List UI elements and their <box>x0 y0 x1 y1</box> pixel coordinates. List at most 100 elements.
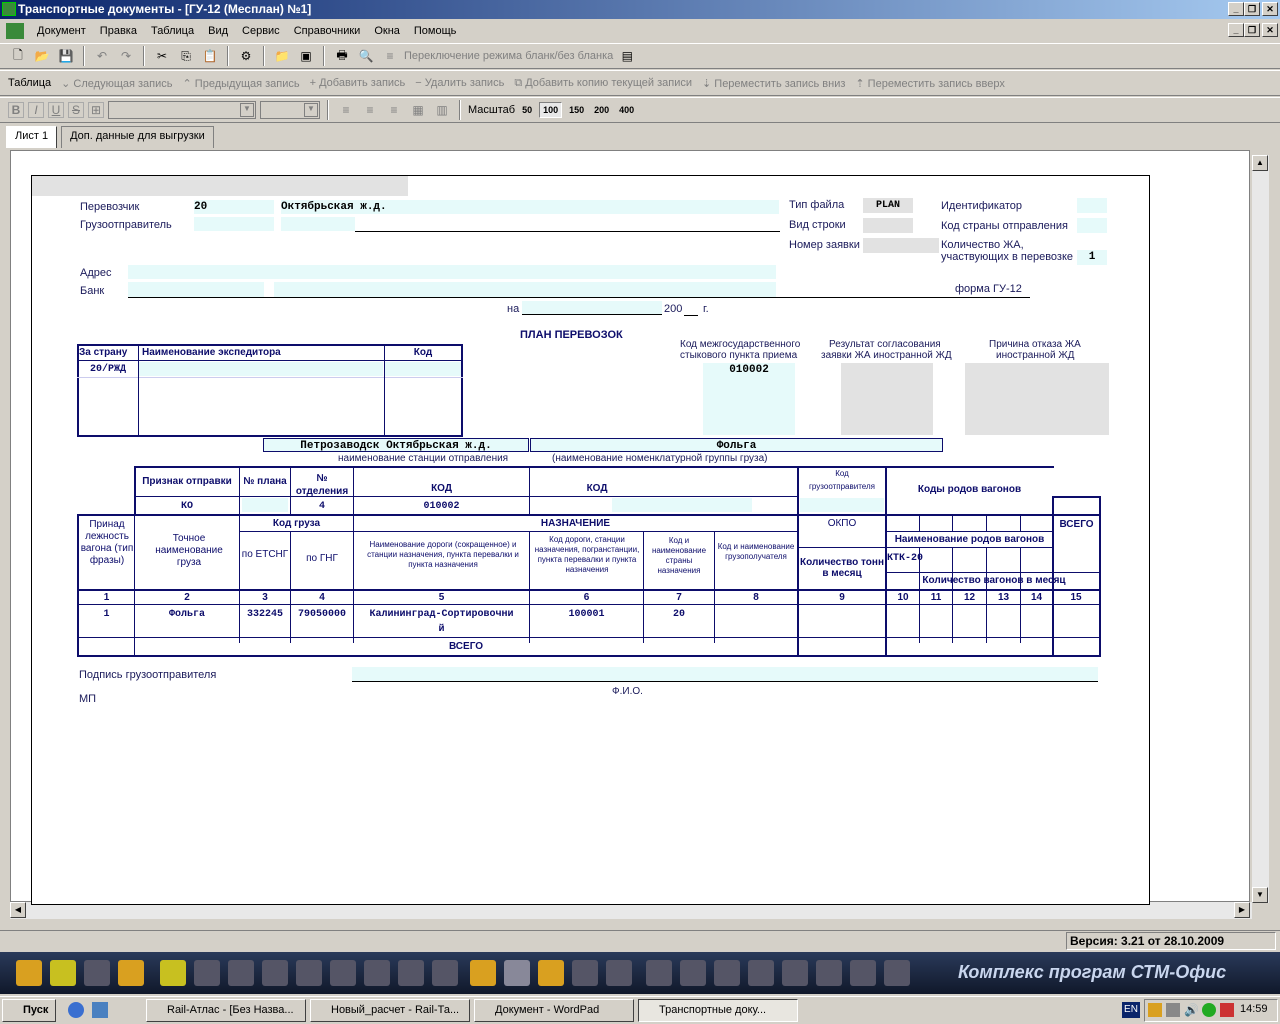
doc-close-button[interactable]: ✕ <box>1262 23 1278 37</box>
launcher-icon-8[interactable] <box>262 960 288 986</box>
launcher-icon-18[interactable] <box>606 960 632 986</box>
result-field[interactable] <box>841 363 933 435</box>
menu-edit[interactable]: Правка <box>93 25 144 37</box>
move-down-button[interactable]: ⇣ Переместить запись вниз <box>702 77 845 90</box>
prev-record-button[interactable]: ⌃ Предыдущая запись <box>183 77 300 90</box>
close-button[interactable]: ✕ <box>1262 2 1278 16</box>
filetype-field[interactable]: PLAN <box>863 198 913 213</box>
doc-restore-button[interactable]: ❐ <box>1244 23 1260 37</box>
scroll-down-icon[interactable]: ▼ <box>1252 887 1268 903</box>
tray-icon-1[interactable] <box>1148 1003 1162 1017</box>
move-up-button[interactable]: ⇡ Переместить запись вверх <box>855 77 1004 90</box>
ie-icon[interactable] <box>68 1002 84 1018</box>
row-gng[interactable]: 79050000 <box>291 609 353 620</box>
menu-document[interactable]: Документ <box>30 25 93 37</box>
launcher-icon-5[interactable] <box>160 960 186 986</box>
row-cargo[interactable]: Фольга <box>135 609 239 620</box>
undo-icon[interactable]: ↶ <box>92 46 112 66</box>
row-country[interactable]: 20 <box>644 609 714 620</box>
next-record-button[interactable]: ⌄ Следующая запись <box>61 77 172 90</box>
launcher-icon-3[interactable] <box>84 960 110 986</box>
signature-field[interactable] <box>352 667 1098 682</box>
row-n[interactable]: 1 <box>79 609 134 620</box>
launcher-icon-16[interactable] <box>538 960 564 986</box>
tab-sheet1[interactable]: Лист 1 <box>6 126 58 148</box>
order-field[interactable] <box>863 238 939 253</box>
rowtype-field[interactable] <box>863 218 913 233</box>
mode-switch-button[interactable]: Переключение режима бланк/без бланка <box>404 50 613 62</box>
tray-icon-4[interactable] <box>1202 1003 1216 1017</box>
exp-country-value[interactable]: 20/РЖД <box>79 364 137 375</box>
cargo-group-field[interactable]: Фольга <box>530 438 943 452</box>
mode-icon[interactable]: ≡ <box>380 46 400 66</box>
launcher-icon-6[interactable] <box>194 960 220 986</box>
shipper-code-field-t[interactable] <box>800 498 884 512</box>
shipper-code-field[interactable] <box>194 217 274 231</box>
ktk-label[interactable]: КТК-20 <box>887 553 923 564</box>
carrier-name-field[interactable]: Октябрьская ж.д. <box>281 200 779 214</box>
launcher-icon-11[interactable] <box>364 960 390 986</box>
launcher-icon-24[interactable] <box>816 960 842 986</box>
launcher-icon-13[interactable] <box>432 960 458 986</box>
sign-value[interactable]: КО <box>136 501 238 512</box>
carrier-code-field[interactable]: 20 <box>194 200 274 214</box>
scale-50-button[interactable]: 50 <box>519 103 535 117</box>
add-record-button[interactable]: + Добавить запись <box>310 77 406 89</box>
launcher-icon-4[interactable] <box>118 960 144 986</box>
new-icon[interactable]: 🗋 <box>8 46 28 66</box>
italic-button[interactable]: I <box>28 102 44 118</box>
launcher-icon-9[interactable] <box>296 960 322 986</box>
launcher-icon-26[interactable] <box>884 960 910 986</box>
strike-button[interactable]: S <box>68 102 84 118</box>
launcher-icon-22[interactable] <box>748 960 774 986</box>
border-code-field[interactable]: 010002 <box>703 363 795 435</box>
row-etsng[interactable]: 332245 <box>240 609 290 620</box>
launcher-icon-15[interactable] <box>504 960 530 986</box>
open-icon[interactable]: 📂 <box>32 46 52 66</box>
tray-icon-2[interactable] <box>1166 1003 1180 1017</box>
align-right-icon[interactable]: ≡ <box>384 100 404 120</box>
scale-100-button[interactable]: 100 <box>539 102 563 118</box>
scale-400-button[interactable]: 400 <box>616 103 637 117</box>
bold-button[interactable]: B <box>8 102 24 118</box>
task-new-calc[interactable]: Новый_расчет - Rail-Та... <box>310 999 470 1022</box>
volume-icon[interactable]: 🔊 <box>1184 1003 1199 1017</box>
bank-field-1[interactable] <box>128 282 264 297</box>
code2-field[interactable] <box>612 498 752 512</box>
align-center-icon[interactable]: ≡ <box>360 100 380 120</box>
launcher-icon-17[interactable] <box>572 960 598 986</box>
save-icon[interactable]: 💾 <box>56 46 76 66</box>
menu-references[interactable]: Справочники <box>287 25 368 37</box>
menu-service[interactable]: Сервис <box>235 25 287 37</box>
tray-icon-5[interactable] <box>1220 1003 1234 1017</box>
identifier-field[interactable] <box>1077 198 1107 213</box>
folder-icon[interactable]: 📁 <box>272 46 292 66</box>
launcher-icon-1[interactable] <box>16 960 42 986</box>
align-left-icon[interactable]: ≡ <box>336 100 356 120</box>
print-icon[interactable]: 🖶 <box>332 46 352 66</box>
scroll-right-icon[interactable]: ▶ <box>1234 902 1250 918</box>
vertical-scrollbar[interactable]: ▲ ▼ <box>1252 155 1269 903</box>
count-field[interactable]: 1 <box>1077 250 1107 265</box>
menu-windows[interactable]: Окна <box>367 25 407 37</box>
row-dest[interactable]: Калининград-Сортировочни <box>354 609 529 620</box>
launcher-icon-25[interactable] <box>850 960 876 986</box>
font-select[interactable]: ▼ <box>108 101 256 119</box>
merge-icon[interactable]: ▥ <box>432 100 452 120</box>
launcher-icon-20[interactable] <box>680 960 706 986</box>
form-icon[interactable]: ▤ <box>617 46 637 66</box>
export-icon[interactable]: ▣ <box>296 46 316 66</box>
redo-icon[interactable]: ↷ <box>116 46 136 66</box>
minimize-button[interactable]: _ <box>1228 2 1244 16</box>
row-road-code[interactable]: 100001 <box>530 609 643 620</box>
delete-record-button[interactable]: − Удалить запись <box>415 77 504 89</box>
border-icon[interactable]: ⊞ <box>88 102 104 118</box>
cut-icon[interactable]: ✂ <box>152 46 172 66</box>
language-indicator[interactable]: EN <box>1122 1002 1140 1018</box>
menu-help[interactable]: Помощь <box>407 25 464 37</box>
launcher-icon-10[interactable] <box>330 960 356 986</box>
task-wordpad[interactable]: Документ - WordPad <box>474 999 634 1022</box>
exp-code-field[interactable] <box>385 362 461 376</box>
wrap-icon[interactable]: ▦ <box>408 100 428 120</box>
doc-minimize-button[interactable]: _ <box>1228 23 1244 37</box>
